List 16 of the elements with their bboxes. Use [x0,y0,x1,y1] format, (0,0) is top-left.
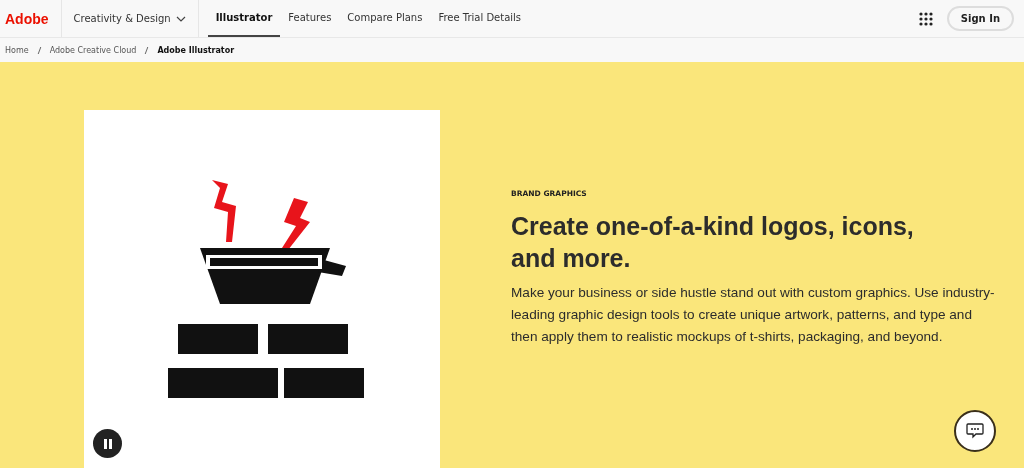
nav-tab[interactable]: Features [280,0,340,37]
nav-tab[interactable]: Compare Plans [339,0,431,37]
chat-button[interactable] [954,410,996,452]
chevron-down-icon [175,15,186,22]
breadcrumb-link[interactable]: Adobe Illustrator [157,45,235,55]
nav-tab[interactable]: Free Trial Details [430,0,530,37]
sign-in-button[interactable]: Sign In [946,6,1014,31]
hero-heading: Create one-of-a-kind logos, icons, and more. [511,211,915,274]
apps-grid-icon[interactable] [918,11,933,26]
chat-bubble-icon [966,423,984,439]
adobe-logo[interactable]: Adobe [0,0,62,37]
breadcrumb-link[interactable]: Adobe Creative Cloud [49,45,137,55]
breadcrumb-link[interactable]: Home [5,45,29,55]
pause-icon [101,437,114,450]
creativity-design-menu[interactable]: Creativity & Design [61,0,199,37]
hero-description: Make your business or side hustle stand out with custom graphics. Use industry-leading graphic design tools to create unique artwork, patterns, and type and then apply them to realistic mockups of t-shirts, packaging, and beyond. [511,284,996,346]
